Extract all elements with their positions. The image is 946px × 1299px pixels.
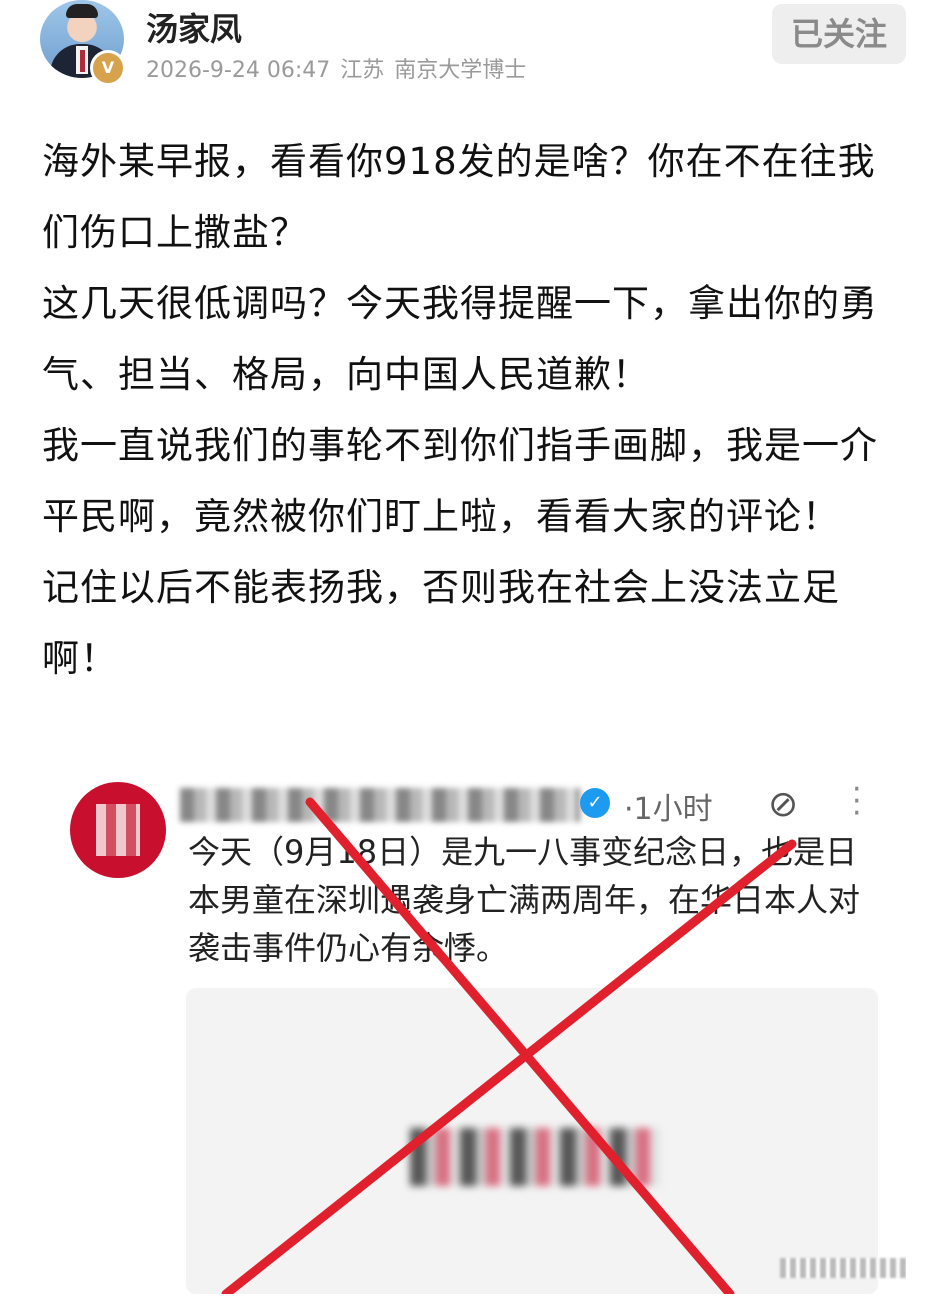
embedded-avatar — [70, 782, 166, 878]
embedded-post-time: ·1小时 — [624, 792, 713, 827]
post-paragraph: 海外某早报，看看你918发的是啥？你在不在往我们伤口上撒盐？ — [42, 140, 876, 254]
post-meta: 2026-9-24 06:47 江苏 南京大学博士 — [146, 52, 536, 84]
username[interactable]: 汤家凤 — [146, 4, 242, 50]
more-icon: · · · — [852, 776, 862, 831]
blurred-account-name — [180, 788, 580, 822]
grok-icon: ⊘ — [768, 784, 799, 825]
follow-button[interactable]: 已关注 — [772, 4, 906, 64]
embedded-image[interactable]: ✓ ·1小时 ⊘ · · · 今天（9月18日）是九一八事变纪念日，也是日本男童在深… — [40, 776, 906, 1294]
post-paragraph: 这几天很低调吗？今天我得提醒一下，拿出你的勇气、担当、格局，向中国人民道歉！ — [42, 282, 878, 396]
user-title: 南京大学博士 — [394, 58, 527, 83]
verified-icon: ✓ — [580, 788, 610, 818]
embedded-post-text: 今天（9月18日）是九一八事变纪念日，也是日本男童在深圳遇袭身亡满两周年，在华日… — [188, 833, 861, 967]
post-datetime: 2026-9-24 06:47 — [146, 58, 331, 83]
blurred-media-text — [410, 1128, 660, 1186]
post-content: 海外某早报，看看你918发的是啥？你在不在往我们伤口上撒盐？ 这几天很低调吗？今… — [42, 126, 904, 694]
post-paragraph: 我一直说我们的事轮不到你们指手画脚，我是一介平民啊，竟然被你们盯上啦，看看大家的… — [42, 424, 878, 538]
verified-v-icon: V — [90, 50, 126, 86]
post-location: 江苏 — [340, 58, 385, 83]
post-paragraph: 记住以后不能表扬我，否则我在社会上没法立足啊！ — [42, 566, 840, 680]
blurred-watermark — [780, 1258, 906, 1278]
embedded-media — [186, 988, 878, 1294]
